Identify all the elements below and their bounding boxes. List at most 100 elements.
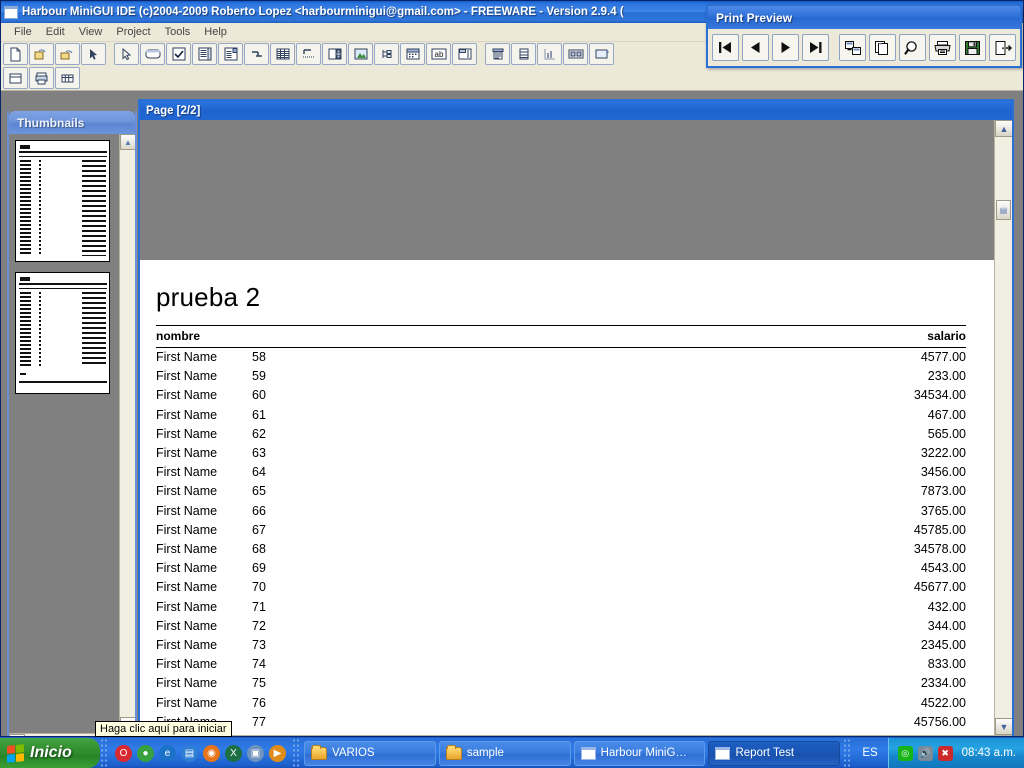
tray-icon-security[interactable]: ✖	[937, 745, 953, 761]
column-header-salario: salario	[312, 325, 966, 348]
cell-index: 60	[252, 388, 266, 403]
page-scroll-thumb[interactable]: ▤	[996, 200, 1011, 220]
open-project-button[interactable]	[29, 43, 54, 65]
database-control-button[interactable]	[511, 43, 536, 65]
quicklaunch-firefox-icon[interactable]: ◉	[203, 744, 220, 762]
two-page-view-button[interactable]	[839, 34, 866, 61]
table-row: First Name 76 4522.00	[156, 694, 966, 713]
first-page-button[interactable]	[712, 34, 739, 61]
report-header-row: nombre salario	[156, 325, 966, 348]
thumbnails-scroll-left-button[interactable]: ◀	[9, 733, 25, 736]
menu-item-tools[interactable]: Tools	[158, 25, 198, 39]
menu-item-project[interactable]: Project	[109, 25, 157, 39]
start-button[interactable]: Inicio	[0, 738, 100, 768]
thumbnails-body: ▲ ▼	[9, 134, 135, 733]
menu-item-file[interactable]: File	[7, 25, 39, 39]
listbox-control-button[interactable]	[192, 43, 217, 65]
desktop: Harbour MiniGUI IDE (c)2004-2009 Roberto…	[0, 0, 1024, 768]
quicklaunch-excel-icon[interactable]: X	[225, 744, 242, 762]
save-project-button[interactable]	[55, 43, 80, 65]
taskbar-item-harbour-minigui[interactable]: Harbour MiniG…	[573, 740, 706, 766]
quicklaunch-media-player-icon[interactable]: ▶	[269, 744, 286, 762]
page-scroll-down-button[interactable]: ▼	[995, 718, 1012, 735]
thumbnail-page-1[interactable]	[15, 140, 110, 262]
new-file-button[interactable]	[3, 43, 28, 65]
exit-button[interactable]	[989, 34, 1016, 61]
cell-nombre: First Name	[156, 599, 218, 614]
browse-button[interactable]	[3, 67, 28, 89]
panel-control-button[interactable]	[563, 43, 588, 65]
quicklaunch-opera-icon[interactable]: O	[115, 744, 132, 762]
print-small-button[interactable]	[29, 67, 54, 89]
multi-page-view-button[interactable]	[869, 34, 896, 61]
tab-page-control-button[interactable]	[452, 43, 477, 65]
table-row: First Name 60 34534.00	[156, 386, 966, 405]
splitter-control-button[interactable]	[322, 43, 347, 65]
print-button[interactable]	[929, 34, 956, 61]
cell-index: 61	[252, 407, 266, 422]
grid-control-button[interactable]	[270, 43, 295, 65]
next-page-button[interactable]	[772, 34, 799, 61]
cell-index: 70	[252, 580, 266, 595]
save-button[interactable]	[959, 34, 986, 61]
checkbox-control-button[interactable]	[166, 43, 191, 65]
cell-nombre: First Name	[156, 484, 218, 499]
language-grip[interactable]	[843, 738, 853, 768]
menu-item-help[interactable]: Help	[197, 25, 234, 39]
page-scroll-up-button[interactable]: ▲	[995, 120, 1012, 137]
align-control-button[interactable]	[244, 43, 269, 65]
quicklaunch-monitor-icon[interactable]: ▣	[247, 744, 264, 762]
thumbnails-list[interactable]	[9, 134, 119, 733]
quicklaunch-internet-explorer-icon[interactable]: e	[159, 744, 176, 762]
page-preview-window: Page [2/2] prueba 2 nombre salario First…	[138, 99, 1014, 736]
taskbar-item-report-test[interactable]: Report Test	[708, 740, 841, 766]
taskbar-item-varios[interactable]: VARIOS	[304, 740, 436, 766]
combobox-control-button[interactable]	[218, 43, 243, 65]
pointer-button[interactable]	[81, 43, 106, 65]
thumbnails-title[interactable]: Thumbnails	[9, 111, 135, 134]
previous-page-button[interactable]	[742, 34, 769, 61]
two-page-view-icon	[844, 40, 861, 55]
language-indicator[interactable]: ES	[852, 738, 887, 768]
taskbar-item-sample[interactable]: sample	[438, 740, 571, 766]
table-row: First Name 69 4543.00	[156, 559, 966, 578]
print-preview-titlebar[interactable]: Print Preview	[708, 6, 1020, 29]
application-icon	[715, 746, 731, 760]
page-preview-horizontal-scrollbar[interactable]: ▥ ▶	[140, 735, 1012, 736]
select-tool-button[interactable]	[114, 43, 139, 65]
report-control-button[interactable]	[485, 43, 510, 65]
quicklaunch-show-desktop-icon[interactable]: ▤	[181, 744, 198, 762]
menu-item-edit[interactable]: Edit	[39, 25, 72, 39]
calendar-control-button[interactable]	[400, 43, 425, 65]
table-row: First Name 74 833.00	[156, 655, 966, 674]
thumbnails-scroll-up-button[interactable]: ▲	[120, 134, 135, 150]
tree-control-button[interactable]	[374, 43, 399, 65]
cell-salario: 2345.00	[920, 638, 966, 653]
page-viewport[interactable]: prueba 2 nombre salario First Name 58 4577…	[140, 120, 994, 735]
tray-icon-volume[interactable]: 🔊	[917, 745, 933, 761]
zoom-button[interactable]	[899, 34, 926, 61]
window-control-button[interactable]	[140, 43, 165, 65]
ide-toolbar-row-2	[1, 66, 80, 90]
table-small-button[interactable]	[55, 67, 80, 89]
label-control-button[interactable]: ab	[426, 43, 451, 65]
quicklaunch-chrome-icon[interactable]: ●	[137, 744, 154, 762]
extra-control-button[interactable]	[589, 43, 614, 65]
slider-control-button[interactable]	[296, 43, 321, 65]
last-page-button[interactable]	[802, 34, 829, 61]
cell-salario: 7873.00	[920, 484, 966, 499]
chart-control-button[interactable]	[537, 43, 562, 65]
start-button-label: Inicio	[30, 744, 72, 761]
thumbnails-panel: Thumbnails ▲	[7, 111, 137, 736]
tray-icon-green[interactable]: ◎	[897, 745, 913, 761]
image-control-button[interactable]	[348, 43, 373, 65]
thumbnails-vertical-scrollbar[interactable]: ▲ ▼	[119, 134, 135, 733]
taskbar-clock[interactable]: 08:43 a.m.	[959, 747, 1016, 759]
column-header-nombre: nombre	[156, 325, 312, 348]
quicklaunch-grip[interactable]	[100, 738, 109, 768]
page-preview-vertical-scrollbar[interactable]: ▲ ▤ ▼	[994, 120, 1012, 735]
thumbnail-page-2[interactable]	[15, 272, 110, 394]
page-preview-titlebar[interactable]: Page [2/2]	[140, 101, 1012, 120]
menu-item-view[interactable]: View	[72, 25, 110, 39]
tasklist-grip[interactable]	[292, 738, 301, 768]
